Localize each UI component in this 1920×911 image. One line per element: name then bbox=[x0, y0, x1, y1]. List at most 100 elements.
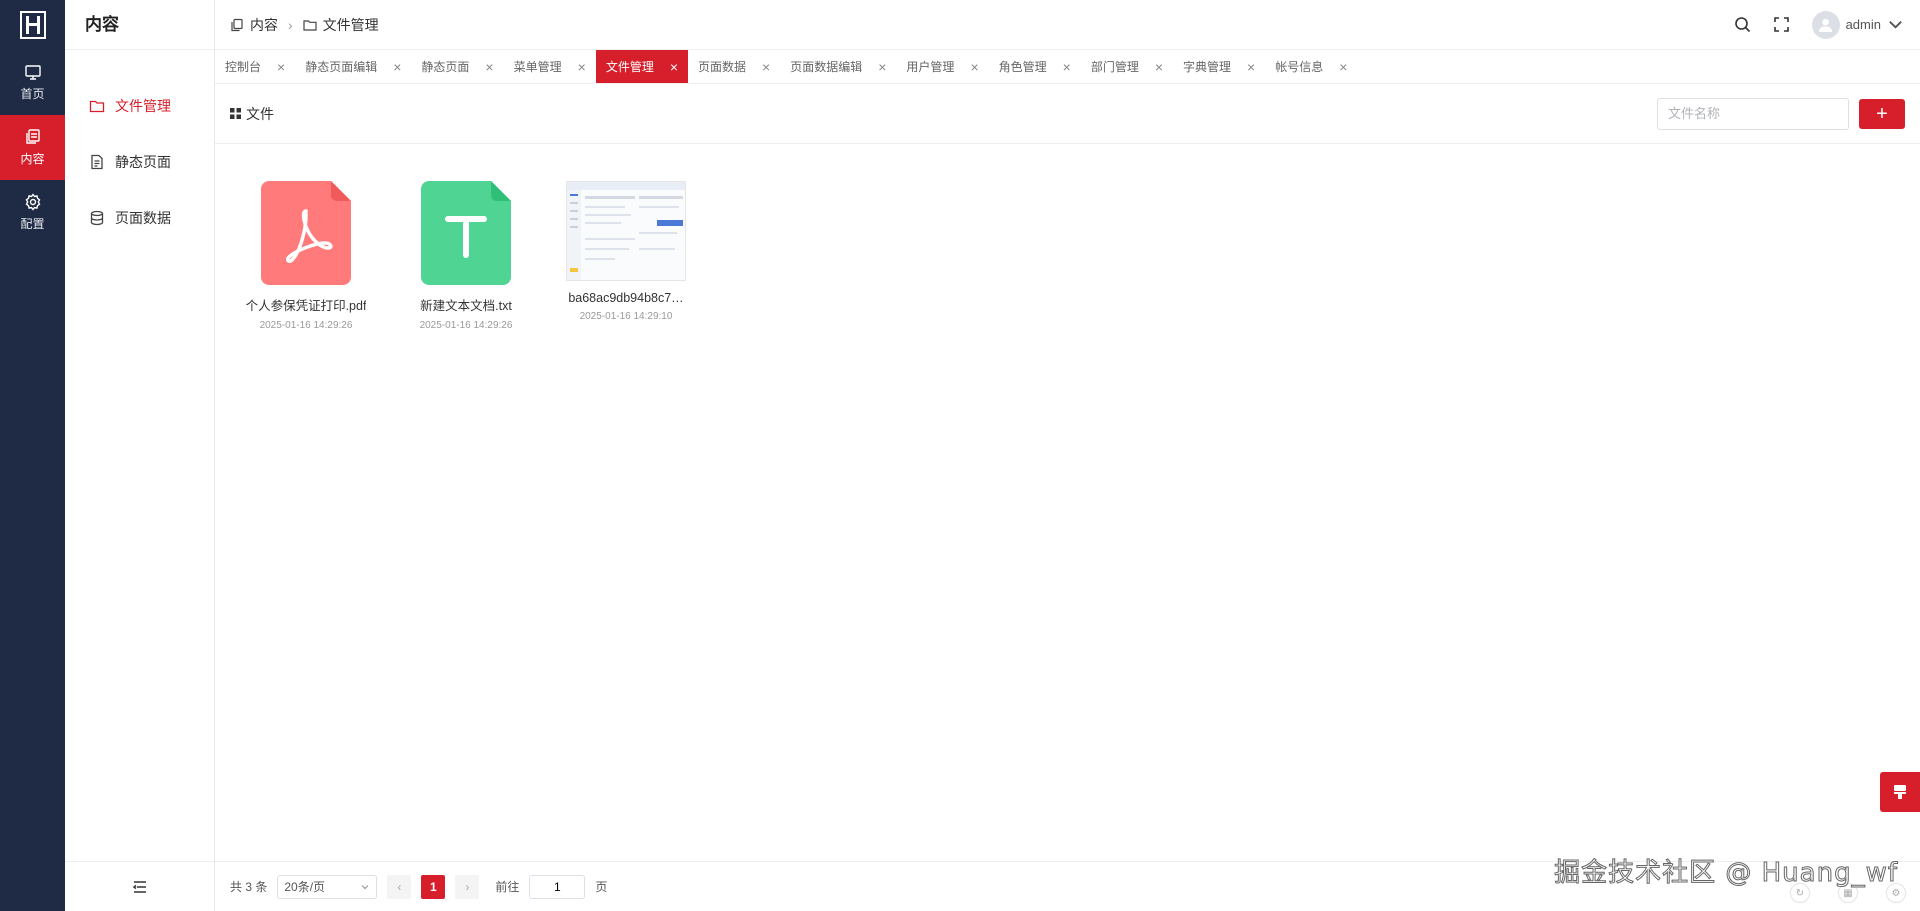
gear-icon bbox=[25, 193, 40, 211]
close-icon[interactable]: × bbox=[393, 59, 401, 75]
folder-icon bbox=[89, 100, 105, 113]
close-icon[interactable]: × bbox=[1339, 59, 1347, 75]
submenu-title: 内容 bbox=[65, 0, 214, 50]
menu-fold-icon bbox=[132, 880, 146, 893]
tab-label: 页面数据 bbox=[698, 60, 747, 74]
view-label-text: 文件 bbox=[246, 105, 274, 122]
file-item[interactable]: ba68ac9db94b8c7… 2025-01-16 14:29:10 bbox=[553, 181, 699, 331]
tab-dashboard[interactable]: 控制台 × bbox=[215, 50, 295, 83]
file-name: 新建文本文档.txt bbox=[420, 299, 512, 313]
user-name: admin bbox=[1845, 17, 1881, 32]
sub-menu: 内容 文件管理 静态页面 页面数据 bbox=[65, 0, 215, 911]
fullscreen-icon[interactable] bbox=[1773, 16, 1790, 33]
file-toolbar: 文件 + bbox=[215, 84, 1920, 144]
close-icon[interactable]: × bbox=[970, 59, 978, 75]
file-date: 2025-01-16 14:29:10 bbox=[579, 311, 673, 322]
tab-menu-manage[interactable]: 菜单管理 × bbox=[504, 50, 596, 83]
close-icon[interactable]: × bbox=[670, 59, 678, 75]
tab-page-data-edit[interactable]: 页面数据编辑 × bbox=[780, 50, 896, 83]
view-label: 文件 bbox=[230, 104, 274, 124]
document-icon bbox=[91, 154, 103, 170]
close-icon[interactable]: × bbox=[277, 59, 285, 75]
tab-label: 部门管理 bbox=[1090, 60, 1139, 74]
tab-bar: 控制台 × 静态页面编辑 × 静态页面 × 菜单管理 × 文件管理 × 页面数据 × 页面数… bbox=[215, 50, 1920, 84]
tab-dept-manage[interactable]: 部门管理 × bbox=[1081, 50, 1173, 83]
top-actions: admin bbox=[1734, 10, 1904, 39]
pdf-file-icon bbox=[261, 181, 351, 285]
rail-label: 内容 bbox=[20, 152, 45, 166]
tab-label: 字典管理 bbox=[1183, 60, 1232, 74]
tab-static-page[interactable]: 静态页面 × bbox=[411, 50, 503, 83]
file-name: ba68ac9db94b8c7… bbox=[568, 291, 684, 305]
grid-icon bbox=[230, 108, 241, 119]
file-item[interactable]: 个人参保凭证打印.pdf 2025-01-16 14:29:26 bbox=[233, 181, 379, 331]
user-menu[interactable]: admin bbox=[1811, 10, 1904, 39]
monitor-icon bbox=[24, 65, 41, 80]
floating-action-button[interactable] bbox=[1880, 772, 1920, 812]
image-thumbnail bbox=[566, 181, 686, 281]
rail-label: 配置 bbox=[20, 217, 45, 231]
copy-icon bbox=[231, 18, 243, 31]
copy-icon bbox=[25, 129, 40, 144]
tab-label: 角色管理 bbox=[998, 60, 1047, 74]
rail-item-home[interactable]: 首页 bbox=[0, 50, 65, 115]
watermark: 掘金技术社区 @ Huang_wf bbox=[1554, 858, 1898, 889]
folder-icon bbox=[303, 19, 317, 31]
tab-label: 菜单管理 bbox=[513, 60, 562, 74]
tab-label: 控制台 bbox=[225, 60, 262, 74]
tab-account-info[interactable]: 帐号信息 × bbox=[1265, 50, 1357, 83]
rail-item-config[interactable]: 配置 bbox=[0, 180, 65, 245]
top-bar: 内容 › 文件管理 admin bbox=[215, 0, 1920, 50]
chevron-right-icon: › bbox=[288, 16, 293, 33]
breadcrumb: 内容 › 文件管理 bbox=[230, 15, 379, 35]
breadcrumb-page: 文件管理 bbox=[322, 16, 379, 33]
tab-label: 静态页面 bbox=[421, 60, 470, 74]
breadcrumb-section[interactable]: 内容 bbox=[250, 15, 278, 35]
tab-user-manage[interactable]: 用户管理 × bbox=[896, 50, 988, 83]
page-number-current[interactable]: 1 bbox=[421, 874, 446, 899]
file-item[interactable]: 新建文本文档.txt 2025-01-16 14:29:26 bbox=[393, 181, 539, 331]
tab-page-data[interactable]: 页面数据 × bbox=[688, 50, 780, 83]
close-icon[interactable]: × bbox=[1155, 59, 1163, 75]
close-icon[interactable]: × bbox=[1247, 59, 1255, 75]
main-nav-rail: 首页 内容 配置 bbox=[0, 0, 65, 911]
sub-item-label: 文件管理 bbox=[115, 98, 171, 114]
add-file-button[interactable]: + bbox=[1859, 98, 1905, 129]
main-area: 内容 › 文件管理 admin 控制台 × 静态页面编辑 × 静态页面 × 菜单管理 ×… bbox=[215, 0, 1920, 911]
close-icon[interactable]: × bbox=[878, 59, 886, 75]
brush-icon bbox=[1894, 785, 1906, 799]
prev-page-button[interactable]: ‹ bbox=[387, 874, 412, 899]
rail-item-content[interactable]: 内容 bbox=[0, 115, 65, 180]
text-file-icon bbox=[421, 181, 511, 285]
database-icon bbox=[90, 210, 104, 226]
close-icon[interactable]: × bbox=[762, 59, 770, 75]
file-name-search-input[interactable] bbox=[1657, 97, 1849, 130]
close-icon[interactable]: × bbox=[1063, 59, 1071, 75]
tab-label: 用户管理 bbox=[906, 60, 955, 74]
search-icon[interactable] bbox=[1734, 16, 1751, 33]
page-size-select[interactable]: 20条/页 bbox=[277, 874, 378, 899]
tab-dict-manage[interactable]: 字典管理 × bbox=[1173, 50, 1265, 83]
rail-label: 首页 bbox=[20, 87, 45, 101]
close-icon[interactable]: × bbox=[578, 59, 586, 75]
tab-static-page-edit[interactable]: 静态页面编辑 × bbox=[295, 50, 411, 83]
goto-page-input[interactable] bbox=[529, 874, 586, 899]
app-logo[interactable] bbox=[0, 0, 65, 50]
tab-file-manage[interactable]: 文件管理 × bbox=[595, 50, 689, 83]
tab-role-manage[interactable]: 角色管理 × bbox=[989, 50, 1081, 83]
tab-label: 页面数据编辑 bbox=[790, 60, 863, 74]
tab-label: 静态页面编辑 bbox=[305, 60, 378, 74]
page-size-value: 20条/页 bbox=[284, 880, 326, 894]
sub-item-page-data[interactable]: 页面数据 bbox=[65, 190, 214, 246]
chevron-down-icon bbox=[1889, 21, 1902, 29]
next-page-button[interactable]: › bbox=[455, 874, 480, 899]
close-icon[interactable]: × bbox=[485, 59, 493, 75]
sub-item-static-pages[interactable]: 静态页面 bbox=[65, 134, 214, 190]
file-date: 2025-01-16 14:29:26 bbox=[419, 320, 513, 331]
chevron-down-icon bbox=[361, 884, 369, 889]
collapse-menu-button[interactable] bbox=[65, 861, 214, 911]
sub-item-file-manage[interactable]: 文件管理 bbox=[65, 78, 214, 134]
sub-item-label: 静态页面 bbox=[115, 154, 171, 170]
goto-label: 前往 bbox=[495, 880, 520, 894]
file-grid: 个人参保凭证打印.pdf 2025-01-16 14:29:26 新建文本文档.… bbox=[215, 144, 1920, 368]
